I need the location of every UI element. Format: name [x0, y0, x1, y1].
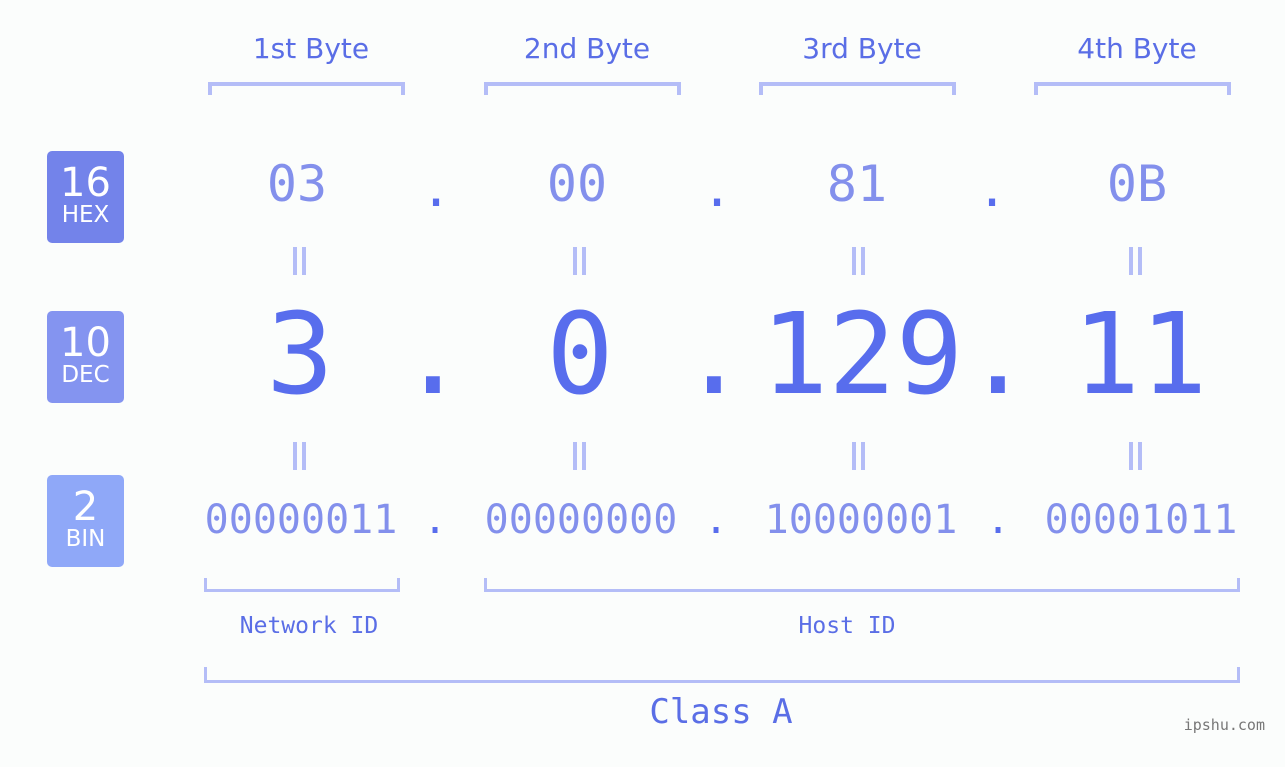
bin-value-2: 00000000 — [484, 497, 678, 543]
bin-value-3: 10000001 — [764, 497, 958, 543]
dec-separator: . — [680, 290, 748, 420]
network-id-label: Network ID — [239, 613, 379, 639]
ip-class-label: Class A — [649, 692, 793, 732]
hex-value-4: 0B — [1106, 155, 1168, 213]
dec-value-3: 129 — [760, 290, 964, 420]
byte-label-4: 4th Byte — [1077, 32, 1197, 65]
hex-badge: 16 HEX — [47, 151, 124, 243]
byte-label-1: 1st Byte — [252, 32, 370, 65]
bin-separator: . — [703, 497, 729, 543]
hex-value-3: 81 — [826, 155, 888, 213]
host-id-bracket — [484, 578, 1240, 592]
bin-badge: 2 BIN — [47, 475, 124, 567]
equals-icon — [849, 247, 869, 275]
dec-base-label: DEC — [61, 362, 110, 388]
byte-label-3: 3rd Byte — [802, 32, 922, 65]
dec-value-2: 0 — [546, 290, 614, 420]
dec-separator: . — [964, 290, 1032, 420]
hex-value-2: 00 — [546, 155, 608, 213]
hex-separator: . — [420, 160, 452, 218]
hex-separator: . — [701, 160, 733, 218]
equals-icon — [849, 442, 869, 470]
watermark: ipshu.com — [1183, 716, 1265, 734]
equals-icon — [570, 442, 590, 470]
byte-bracket-3 — [759, 82, 956, 95]
dec-value-4: 11 — [1072, 290, 1208, 420]
equals-icon — [290, 247, 310, 275]
hex-base-label: HEX — [61, 202, 110, 228]
class-bracket — [204, 667, 1240, 683]
bin-base-number: 2 — [72, 484, 99, 530]
equals-icon — [1126, 442, 1146, 470]
hex-base-number: 16 — [60, 160, 111, 206]
bin-base-label: BIN — [65, 526, 106, 552]
host-id-label: Host ID — [798, 613, 896, 639]
byte-label-2: 2nd Byte — [523, 32, 651, 65]
bin-value-1: 00000011 — [204, 497, 398, 543]
dec-base-number: 10 — [60, 320, 111, 366]
equals-icon — [290, 442, 310, 470]
dec-separator: . — [399, 290, 467, 420]
dec-badge: 10 DEC — [47, 311, 124, 403]
byte-bracket-4 — [1034, 82, 1231, 95]
dec-value-1: 3 — [266, 290, 334, 420]
hex-separator: . — [976, 160, 1008, 218]
byte-bracket-2 — [484, 82, 681, 95]
equals-icon — [570, 247, 590, 275]
equals-icon — [1126, 247, 1146, 275]
bin-value-4: 00001011 — [1044, 497, 1238, 543]
hex-value-1: 03 — [266, 155, 328, 213]
network-id-bracket — [204, 578, 400, 592]
bin-separator: . — [422, 497, 448, 543]
bin-separator: . — [985, 497, 1011, 543]
byte-bracket-1 — [208, 82, 405, 95]
